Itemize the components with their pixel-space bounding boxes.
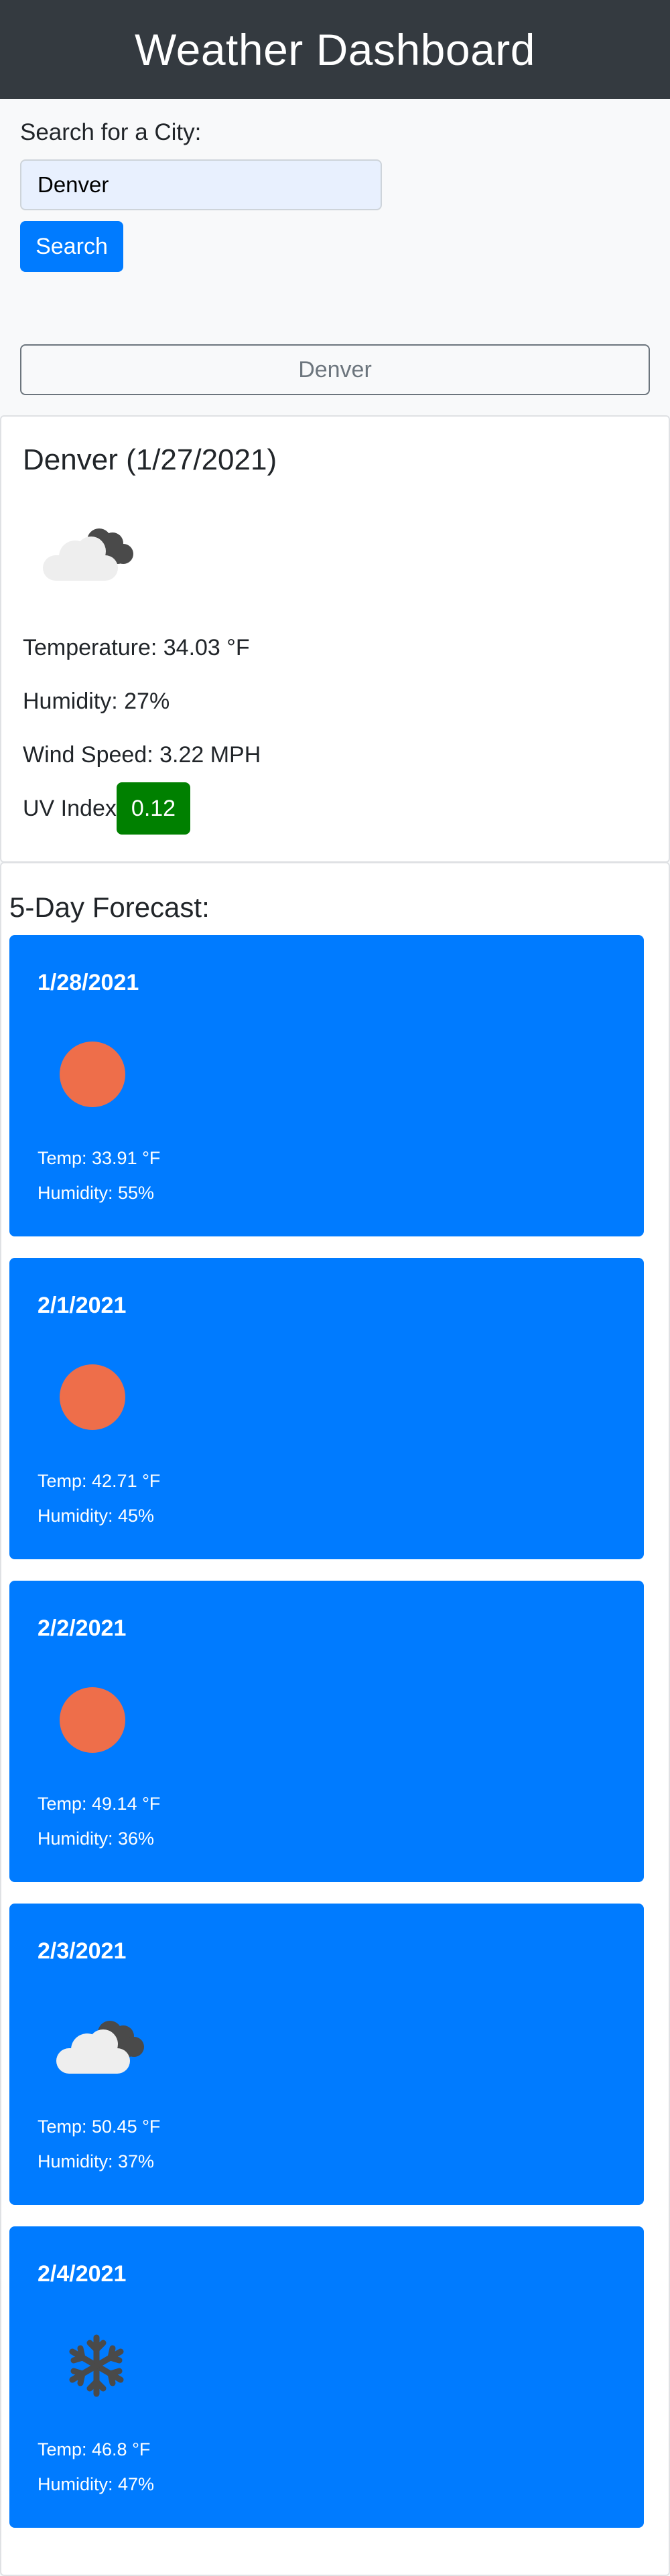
search-label: Search for a City: [20,119,202,145]
cloudy-icon [56,2021,144,2074]
forecast-card: 2/1/2021 Temp: 42.71 °F Humidity: 45% [9,1258,644,1559]
forecast-date: 2/2/2021 [38,1616,127,1641]
forecast-humidity: Humidity: 37% [38,2151,155,2171]
forecast-humidity: Humidity: 47% [38,2474,155,2494]
app-header: Weather Dashboard [0,0,670,99]
cloudy-icon [43,528,133,581]
forecast-date: 2/1/2021 [38,1293,127,1318]
forecast-humidity: Humidity: 36% [38,1829,155,1849]
forecast-card: 1/28/2021 Temp: 33.91 °F Humidity: 55% [9,935,644,1236]
forecast-temp: Temp: 50.45 °F [38,2117,161,2137]
page-title: Weather Dashboard [135,25,535,74]
uv-index-label: UV Index: [23,796,123,821]
search-button[interactable]: Search [20,221,123,272]
sun-icon [60,1687,125,1753]
forecast-temp: Temp: 42.71 °F [38,1471,161,1491]
forecast-date: 2/3/2021 [38,1938,127,1964]
current-humidity: Humidity: 27% [23,689,170,714]
current-weather-card: Denver (1/27/2021) Temperature: 34.03 °F… [0,415,670,863]
current-temperature: Temperature: 34.03 °F [23,635,250,660]
snow-icon [69,2334,124,2397]
sun-icon [60,1042,125,1107]
forecast-date: 1/28/2021 [38,970,139,995]
forecast-temp: Temp: 49.14 °F [38,1794,161,1814]
forecast-card: 2/3/2021 Temp: 50.45 °F Humidity: 37% [9,1904,644,2205]
uv-index-badge: 0.12 [117,782,190,835]
forecast-humidity: Humidity: 45% [38,1506,155,1526]
city-search-input[interactable] [20,159,382,210]
forecast-card: 2/2/2021 Temp: 49.14 °F Humidity: 36% [9,1581,644,1882]
current-wind-speed: Wind Speed: 3.22 MPH [23,742,261,768]
current-city-title: Denver (1/27/2021) [23,443,277,476]
history-city-button[interactable]: Denver [20,344,650,395]
forecast-card: 2/4/2021 Temp: 46.8 °F Humidity: 47% [9,2226,644,2528]
forecast-title: 5-Day Forecast: [9,891,210,923]
forecast-date: 2/4/2021 [38,2261,127,2287]
forecast-temp: Temp: 46.8 °F [38,2439,151,2459]
sun-icon [60,1364,125,1430]
forecast-section: 5-Day Forecast: 1/28/2021 Temp: 33.91 °F… [0,862,670,2576]
forecast-temp: Temp: 33.91 °F [38,1148,161,1168]
forecast-humidity: Humidity: 55% [38,1183,155,1203]
